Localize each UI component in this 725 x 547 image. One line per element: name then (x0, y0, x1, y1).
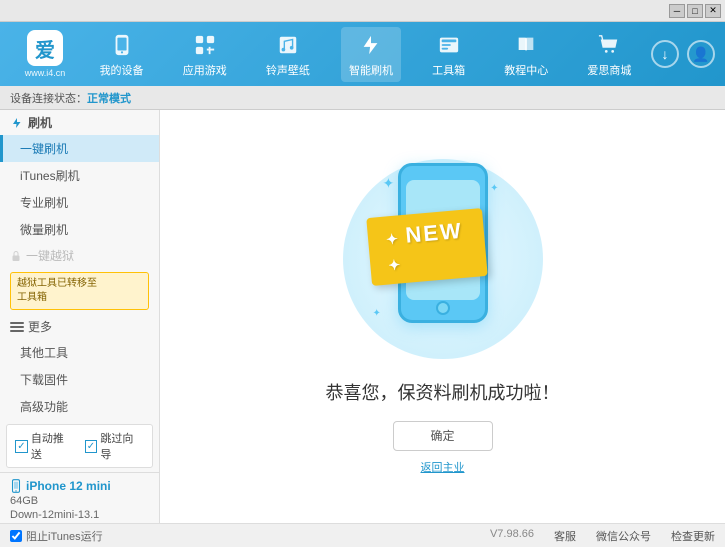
back-link[interactable]: 返回主业 (421, 459, 465, 475)
book-icon (512, 31, 540, 59)
nav-tutorials[interactable]: 教程中心 (496, 27, 556, 82)
success-illustration: ✦ ✦ ✦ NEW (343, 159, 543, 359)
jailbreak-section: 一键越狱 (0, 243, 159, 268)
sidebar: 刷机 一键刷机 iTunes刷机 专业刷机 微量刷机 一键越狱 越狱工具已转移至… (0, 110, 160, 523)
nav-smart-flash[interactable]: 智能刷机 (341, 27, 401, 82)
flash-section-label: 刷机 (28, 114, 52, 131)
sidebar-item-download-fw[interactable]: 下载固件 (0, 366, 159, 393)
download-button[interactable]: ↓ (651, 40, 679, 68)
close-button[interactable]: ✕ (705, 4, 721, 18)
phone-icon (108, 31, 136, 59)
auto-send-checkbox[interactable]: 自动推送 (15, 430, 75, 462)
sidebar-item-itunes-flash[interactable]: iTunes刷机 (0, 162, 159, 189)
nav-store[interactable]: 爱思商城 (579, 27, 639, 82)
nav-apps-games[interactable]: 应用游戏 (175, 27, 235, 82)
nav-label: 我的设备 (100, 62, 144, 78)
main-content: ✦ ✦ ✦ NEW 恭喜您，保资料刷机成功啦！ 确定 返回主业 (160, 110, 725, 523)
checkbox-row: 自动推送 跳过向导 (6, 424, 153, 468)
itunes-checkbox[interactable] (10, 530, 22, 542)
connection-status-bar: 设备连接状态： 正常模式 (0, 86, 725, 110)
sparkle-1: ✦ (383, 175, 395, 192)
skip-wizard-check[interactable] (85, 440, 98, 453)
device-section: iPhone 12 mini 64GB Down-12mini-13.1 (0, 472, 159, 523)
user-button[interactable]: 👤 (687, 40, 715, 68)
sparkle-2: ✦ (490, 183, 498, 194)
nav-label: 工具箱 (432, 62, 465, 78)
phone-home-button (436, 301, 450, 315)
sidebar-item-micro-flash[interactable]: 微量刷机 (0, 216, 159, 243)
nav-label: 爱思商城 (587, 62, 631, 78)
wechat-link[interactable]: 微信公众号 (596, 528, 651, 544)
device-storage: 64GB (10, 495, 149, 507)
flash-section-icon (10, 116, 24, 130)
nav-label: 铃声壁纸 (266, 62, 310, 78)
nav-my-device[interactable]: 我的设备 (92, 27, 152, 82)
auto-send-check[interactable] (15, 440, 28, 453)
nav-ringtones[interactable]: 铃声壁纸 (258, 27, 318, 82)
status-label: 设备连接状态： (10, 90, 87, 106)
menu-icon (10, 322, 24, 332)
bottom-left: 阻止iTunes运行 (10, 528, 103, 544)
music-icon (274, 31, 302, 59)
success-title: 恭喜您，保资料刷机成功啦！ (326, 379, 560, 405)
sidebar-more-header: 更多 (0, 314, 159, 339)
sidebar-item-jailbreak: 一键越狱 (26, 247, 74, 264)
apps-icon (191, 31, 219, 59)
check-update-link[interactable]: 检查更新 (671, 528, 715, 544)
store-icon (595, 31, 623, 59)
minimize-button[interactable]: ─ (669, 4, 685, 18)
sidebar-item-pro-flash[interactable]: 专业刷机 (0, 189, 159, 216)
status-value: 正常模式 (87, 90, 131, 106)
sidebar-item-one-key-flash[interactable]: 一键刷机 (0, 135, 159, 162)
maximize-button[interactable]: □ (687, 4, 703, 18)
version-label: V7.98.66 (490, 528, 534, 544)
sparkle-3: ✦ (373, 308, 381, 319)
logo-text: www.i4.cn (25, 68, 66, 78)
confirm-button[interactable]: 确定 (393, 421, 493, 451)
new-banner: NEW (366, 208, 487, 286)
tools-icon (435, 31, 463, 59)
bottom-right: V7.98.66 客服 微信公众号 检查更新 (490, 528, 715, 544)
itunes-label: 阻止iTunes运行 (26, 528, 103, 544)
nav-label: 应用游戏 (183, 62, 227, 78)
nav-toolbox[interactable]: 工具箱 (424, 27, 473, 82)
flash-icon (357, 31, 385, 59)
logo-icon: 爱 (27, 30, 63, 66)
window-controls[interactable]: ─ □ ✕ (669, 4, 721, 18)
logo[interactable]: 爱 www.i4.cn (10, 30, 80, 78)
skip-wizard-checkbox[interactable]: 跳过向导 (85, 430, 145, 462)
nav-bar: 我的设备 应用游戏 铃声壁纸 智能刷机 工具箱 (80, 27, 651, 82)
device-system: Down-12mini-13.1 (10, 509, 149, 521)
sidebar-item-advanced[interactable]: 高级功能 (0, 393, 159, 420)
title-bar: ─ □ ✕ (0, 0, 725, 22)
customer-service-link[interactable]: 客服 (554, 528, 576, 544)
nav-label: 智能刷机 (349, 62, 393, 78)
sidebar-flash-header: 刷机 (0, 110, 159, 135)
bottom-bar: 阻止iTunes运行 V7.98.66 客服 微信公众号 检查更新 (0, 523, 725, 547)
device-name: iPhone 12 mini (10, 479, 149, 493)
jailbreak-note: 越狱工具已转移至 工具箱 (10, 272, 149, 310)
header: 爱 www.i4.cn 我的设备 应用游戏 铃声壁纸 (0, 22, 725, 86)
main-layout: 刷机 一键刷机 iTunes刷机 专业刷机 微量刷机 一键越狱 越狱工具已转移至… (0, 110, 725, 523)
header-right: ↓ 👤 (651, 40, 715, 68)
sidebar-item-other-tools[interactable]: 其他工具 (0, 339, 159, 366)
nav-label: 教程中心 (504, 62, 548, 78)
